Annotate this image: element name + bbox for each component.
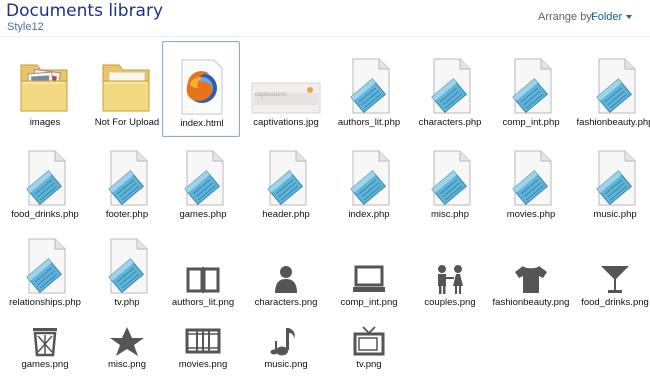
- file-item[interactable]: music.png: [247, 317, 325, 381]
- file-item-label: characters.png: [254, 297, 318, 308]
- notepad-file-icon: [164, 147, 242, 207]
- tv-icon: [330, 317, 408, 357]
- file-item-label: images: [29, 117, 61, 128]
- notepad-file-icon: [88, 147, 166, 207]
- trash-bin-icon: [6, 317, 84, 357]
- music-note-icon: [247, 317, 325, 357]
- file-item[interactable]: characters.php: [411, 41, 489, 137]
- file-item-label: music.php: [593, 209, 637, 220]
- film-strip-icon: [164, 317, 242, 357]
- file-item-label: index.html: [180, 118, 224, 129]
- tshirt-icon: [492, 233, 570, 295]
- file-item-label: authors_lit.png: [171, 297, 235, 308]
- person-icon: [247, 233, 325, 295]
- file-item-label: authors_lit.php: [337, 117, 401, 128]
- file-item-label: comp_int.png: [340, 297, 398, 308]
- file-item[interactable]: movies.php: [492, 147, 570, 231]
- file-item[interactable]: misc.png: [88, 317, 166, 381]
- file-item[interactable]: characters.png: [247, 233, 325, 319]
- arrange-by-dropdown[interactable]: Folder: [591, 9, 633, 25]
- computer-icon: [330, 233, 408, 295]
- firefox-html-icon: [163, 44, 241, 116]
- thumbnail-text: captivations: [255, 92, 287, 98]
- file-grid: images Not For Upload index.html captivatio…: [0, 37, 650, 384]
- file-item[interactable]: index.html: [162, 41, 240, 137]
- file-item[interactable]: food_drinks.php: [6, 147, 84, 231]
- file-item[interactable]: couples.png: [411, 233, 489, 319]
- file-item[interactable]: food_drinks.png: [576, 233, 650, 319]
- notepad-file-icon: [492, 43, 570, 115]
- notepad-file-icon: [576, 147, 650, 207]
- file-item-label: fashionbeauty.php: [576, 117, 650, 128]
- image-thumbnail-icon: captivations: [247, 43, 325, 115]
- file-item-label: food_drinks.php: [11, 209, 79, 220]
- file-item-label: Not For Upload: [94, 117, 160, 128]
- notepad-file-icon: [576, 43, 650, 115]
- file-item[interactable]: comp_int.php: [492, 41, 570, 137]
- star-icon: [88, 317, 166, 357]
- file-item[interactable]: images: [6, 41, 84, 137]
- file-item[interactable]: captivations captivations.jpg: [247, 41, 325, 137]
- file-item-label: index.php: [348, 209, 390, 220]
- arrange-by-value: Folder: [591, 11, 623, 23]
- file-item-label: movies.php: [506, 209, 556, 220]
- file-item[interactable]: fashionbeauty.png: [492, 233, 570, 319]
- folder-photos-icon: [6, 43, 84, 115]
- file-item-label: captivations.jpg: [253, 117, 319, 128]
- file-item-label: comp_int.php: [502, 117, 560, 128]
- file-item-label: fashionbeauty.png: [492, 297, 570, 308]
- file-item[interactable]: relationships.php: [6, 233, 84, 319]
- file-item[interactable]: misc.php: [411, 147, 489, 231]
- file-item-label: movies.png: [178, 359, 228, 370]
- arrange-by-label: Arrange by:: [538, 11, 595, 23]
- library-header: Documents library Style12 Arrange by: Fo…: [0, 0, 650, 36]
- library-title: Documents library: [6, 1, 164, 21]
- file-item[interactable]: music.php: [576, 147, 650, 231]
- file-item[interactable]: comp_int.png: [330, 233, 408, 319]
- file-item[interactable]: games.php: [164, 147, 242, 231]
- file-item[interactable]: index.php: [330, 147, 408, 231]
- file-item[interactable]: header.php: [247, 147, 325, 231]
- notepad-file-icon: [88, 233, 166, 295]
- couple-icon: [411, 233, 489, 295]
- file-item-label: couples.png: [424, 297, 476, 308]
- folder-icon: [88, 43, 166, 115]
- notepad-file-icon: [247, 147, 325, 207]
- notepad-file-icon: [6, 233, 84, 295]
- file-item[interactable]: footer.php: [88, 147, 166, 231]
- notepad-file-icon: [492, 147, 570, 207]
- file-item[interactable]: fashionbeauty.php: [576, 41, 650, 137]
- cocktail-icon: [576, 233, 650, 295]
- file-item[interactable]: Not For Upload: [88, 41, 166, 137]
- file-item-label: tv.png: [356, 359, 382, 370]
- file-item-label: header.php: [262, 209, 310, 220]
- file-item-label: footer.php: [105, 209, 149, 220]
- file-item[interactable]: authors_lit.php: [330, 41, 408, 137]
- chevron-down-icon: [626, 15, 633, 19]
- file-item[interactable]: tv.php: [88, 233, 166, 319]
- notepad-file-icon: [330, 147, 408, 207]
- file-item[interactable]: authors_lit.png: [164, 233, 242, 319]
- file-item[interactable]: movies.png: [164, 317, 242, 381]
- notepad-file-icon: [330, 43, 408, 115]
- file-item[interactable]: games.png: [6, 317, 84, 381]
- file-item-label: misc.png: [107, 359, 146, 370]
- notepad-file-icon: [6, 147, 84, 207]
- file-item-label: food_drinks.png: [581, 297, 649, 308]
- file-item-label: characters.php: [418, 117, 482, 128]
- file-item-label: games.php: [179, 209, 227, 220]
- library-subtitle: Style12: [7, 21, 44, 33]
- notepad-file-icon: [411, 147, 489, 207]
- book-icon: [164, 233, 242, 295]
- file-item-label: relationships.php: [9, 297, 81, 308]
- file-item[interactable]: tv.png: [330, 317, 408, 381]
- notepad-file-icon: [411, 43, 489, 115]
- file-item-label: games.png: [21, 359, 69, 370]
- file-item-label: misc.php: [430, 209, 469, 220]
- file-item-label: tv.php: [114, 297, 140, 308]
- file-item-label: music.png: [264, 359, 308, 370]
